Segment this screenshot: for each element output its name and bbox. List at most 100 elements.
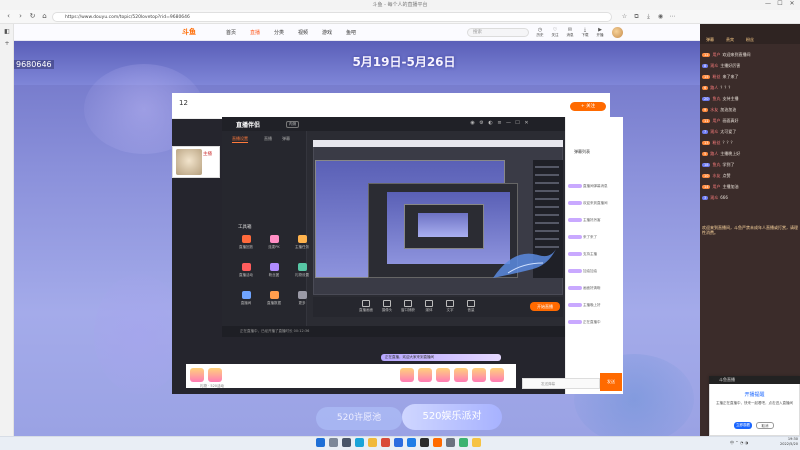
- tab-live-settings[interactable]: 直播设置: [232, 136, 248, 143]
- chat-username[interactable]: 路人: [710, 85, 718, 90]
- maximize-icon[interactable]: ☐: [513, 120, 522, 126]
- source-button[interactable]: 摄像头: [377, 300, 397, 313]
- taskbar-clock[interactable]: 19:30 2022/5/20: [770, 437, 798, 447]
- taskbar-search-icon[interactable]: [328, 438, 338, 447]
- sidebar-add-icon[interactable]: +: [3, 40, 11, 48]
- toolbox-item[interactable]: 直播数据: [264, 291, 284, 311]
- promo-party-button[interactable]: 520娱乐派对: [402, 404, 502, 430]
- chat-username[interactable]: 用户: [712, 184, 720, 189]
- minimize-icon[interactable]: —: [504, 120, 513, 126]
- skin-icon[interactable]: ◐: [486, 120, 495, 126]
- chat-username[interactable]: 粉丝: [712, 140, 720, 145]
- tab-vip[interactable]: 贵宾: [726, 37, 734, 43]
- gift-item[interactable]: [472, 368, 486, 382]
- nav-category[interactable]: 分类: [274, 29, 284, 36]
- douyu-logo[interactable]: 斗鱼: [182, 27, 196, 37]
- source-button[interactable]: 直播画面: [356, 300, 376, 313]
- taskbar-edge-icon[interactable]: [354, 438, 364, 447]
- chat-username[interactable]: 观众: [710, 63, 718, 68]
- popup-watch-button[interactable]: 立即观看: [734, 422, 752, 429]
- chat-username[interactable]: 鱼丸: [712, 96, 720, 101]
- taskbar-chat-icon[interactable]: [458, 438, 468, 447]
- source-button[interactable]: 媒体: [419, 300, 439, 313]
- nav-live[interactable]: 直播: [250, 29, 260, 36]
- chat-username[interactable]: 用户: [712, 52, 720, 57]
- nav-fishbar[interactable]: 鱼吧: [346, 29, 356, 36]
- taskbar-taskview-icon[interactable]: [341, 438, 351, 447]
- follow-button[interactable]: + 关注: [570, 102, 606, 111]
- chat-username[interactable]: 水友: [712, 173, 720, 178]
- follow-icon[interactable]: ♡ 关注: [549, 27, 561, 37]
- toolbox-item[interactable]: 连麦PK: [264, 235, 284, 255]
- site-search-input[interactable]: 搜索: [467, 28, 529, 37]
- chat-username[interactable]: 鱼丸: [712, 162, 720, 167]
- taskbar-media-icon[interactable]: [419, 438, 429, 447]
- avatar-icon[interactable]: ◉: [468, 120, 477, 126]
- tab-live[interactable]: 直播: [264, 136, 272, 142]
- maximize-button[interactable]: ☐: [775, 0, 785, 7]
- send-danmaku-button[interactable]: 发送: [600, 373, 622, 391]
- source-button[interactable]: 窗口捕获: [398, 300, 418, 313]
- tab-danmaku-panel[interactable]: 弹幕: [706, 37, 714, 43]
- chat-username[interactable]: 水友: [710, 107, 718, 112]
- chat-username[interactable]: 粉丝: [712, 74, 720, 79]
- taskbar-store-icon[interactable]: [393, 438, 403, 447]
- nav-video[interactable]: 视频: [298, 29, 308, 36]
- profile-icon[interactable]: ◉: [656, 12, 665, 21]
- tab-fans[interactable]: 粉丝: [746, 37, 754, 43]
- danmaku-input[interactable]: 发送弹幕: [522, 378, 600, 389]
- history-icon[interactable]: ◷ 历史: [534, 27, 546, 37]
- extension-icon[interactable]: ⧉: [632, 12, 641, 21]
- taskbar-chrome-icon[interactable]: [380, 438, 390, 447]
- chat-username[interactable]: 用户: [712, 118, 720, 123]
- close-icon[interactable]: ✕: [522, 120, 531, 126]
- close-button[interactable]: ✕: [787, 0, 797, 7]
- chat-username[interactable]: 观众: [710, 129, 718, 134]
- gift-item[interactable]: [400, 368, 414, 382]
- chat-username[interactable]: 观众: [710, 195, 718, 200]
- source-button[interactable]: 文字: [440, 300, 460, 313]
- toolbox-item[interactable]: 主播任务: [292, 235, 312, 255]
- user-avatar[interactable]: [612, 27, 623, 38]
- gift-item[interactable]: [418, 368, 432, 382]
- url-input[interactable]: https://www.douyu.com/topic/520lovetop?r…: [52, 12, 612, 22]
- nav-home[interactable]: 首页: [226, 29, 236, 36]
- taskbar-folder-icon[interactable]: [367, 438, 377, 447]
- settings-icon[interactable]: ⚙: [477, 120, 486, 126]
- chat-username[interactable]: 路人: [710, 151, 718, 156]
- back-icon[interactable]: ‹: [4, 12, 13, 21]
- toolbox-item[interactable]: 粉丝团: [264, 263, 284, 283]
- home-icon[interactable]: ⌂: [40, 12, 49, 21]
- gift-item[interactable]: [454, 368, 468, 382]
- toolbox-item[interactable]: 更多: [292, 291, 312, 311]
- gift-item[interactable]: [190, 368, 204, 382]
- streamer-card[interactable]: 主播: [172, 146, 220, 178]
- sidebar-douyu-icon[interactable]: ◧: [3, 28, 11, 36]
- popup-cancel-button[interactable]: 取消: [756, 422, 774, 429]
- toolbox-item[interactable]: 礼物设置: [292, 263, 312, 283]
- minimize-button[interactable]: —: [763, 0, 773, 7]
- taskbar-settings-icon[interactable]: [445, 438, 455, 447]
- start-live-icon[interactable]: ▶ 开播: [594, 27, 606, 37]
- gift-item[interactable]: [208, 368, 222, 382]
- forward-icon[interactable]: ›: [16, 12, 25, 21]
- tab-danmaku[interactable]: 弹幕: [282, 136, 290, 142]
- bookmark-icon[interactable]: ☆: [620, 12, 629, 21]
- taskbar-start-icon[interactable]: [315, 438, 325, 447]
- menu-icon[interactable]: ⋯: [668, 12, 677, 21]
- gift-item[interactable]: [436, 368, 450, 382]
- message-icon[interactable]: ✉ 消息: [564, 27, 576, 37]
- start-live-button[interactable]: 开始直播: [530, 302, 560, 311]
- menu-icon[interactable]: ≡: [495, 120, 504, 126]
- taskbar-mail-icon[interactable]: [406, 438, 416, 447]
- system-tray[interactable]: 中 ⌃ ◔ ◑: [730, 440, 748, 446]
- toolbox-item[interactable]: 直播活动: [236, 263, 256, 283]
- taskbar-live-icon[interactable]: [432, 438, 442, 447]
- promo-wish-pool-button[interactable]: 520许愿池: [316, 407, 402, 430]
- toolbox-item[interactable]: 直播间: [236, 291, 256, 311]
- nav-game[interactable]: 游戏: [322, 29, 332, 36]
- download-icon[interactable]: ⤓: [644, 12, 653, 21]
- gift-item[interactable]: [490, 368, 504, 382]
- download-app-icon[interactable]: ⤓ 下载: [579, 27, 591, 37]
- taskbar-notes-icon[interactable]: [471, 438, 481, 447]
